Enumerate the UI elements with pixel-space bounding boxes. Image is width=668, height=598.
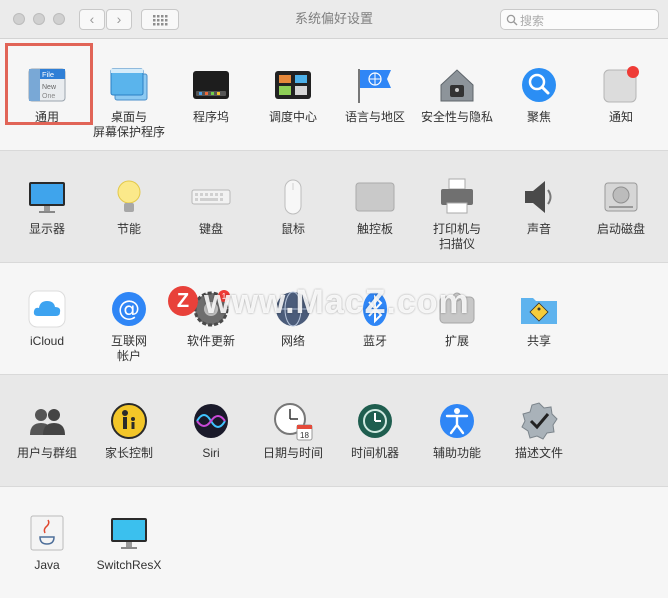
zoom-window-button[interactable]	[53, 13, 65, 25]
magnifier-icon	[522, 68, 556, 102]
section-personal: File New One 通用 桌面与 屏幕保护程序 程序坞 调度中心 语言与地…	[0, 39, 668, 151]
globe-flag-icon	[358, 69, 391, 103]
search-placeholder: 搜索	[520, 14, 545, 28]
desktop-screensaver-icon	[110, 68, 148, 101]
search-icon	[506, 14, 518, 26]
pref-sharing[interactable]: 共享	[497, 267, 581, 363]
pref-siri[interactable]: Siri	[169, 379, 253, 475]
pref-security-privacy[interactable]: 安全性与隐私	[415, 43, 499, 139]
java-icon	[30, 515, 64, 551]
pref-mission-control[interactable]: 调度中心	[251, 43, 335, 139]
svg-text:@: @	[118, 297, 140, 322]
close-window-button[interactable]	[13, 13, 25, 25]
display-icon	[29, 182, 65, 213]
keyboard-icon	[191, 189, 231, 205]
pref-displays[interactable]: 显示器	[5, 155, 89, 251]
pref-printers-scanners[interactable]: 打印机与 扫描仪	[415, 155, 499, 251]
mouse-icon	[284, 179, 302, 215]
highlight-box	[5, 43, 93, 125]
accessibility-icon	[440, 404, 474, 438]
pref-mouse[interactable]: 鼠标	[251, 155, 335, 251]
pref-energy-saver[interactable]: 节能	[87, 155, 171, 251]
parental-controls-icon	[111, 403, 147, 439]
pref-label: SwitchResX	[96, 558, 162, 572]
checkmark-badge-icon	[521, 402, 558, 440]
pref-language-region[interactable]: 语言与地区	[333, 43, 417, 139]
pref-date-time[interactable]: 18 日期与时间	[251, 379, 335, 475]
title-bar: ‹ › 系统偏好设置 搜索	[0, 0, 668, 39]
minimize-window-button[interactable]	[33, 13, 45, 25]
pref-dock[interactable]: 程序坞	[169, 43, 253, 139]
pref-users-groups[interactable]: 用户与群组	[5, 379, 89, 475]
printer-icon	[441, 178, 473, 214]
at-sign-icon: @	[112, 292, 146, 326]
clock-calendar-icon: 18	[274, 403, 313, 441]
pref-accessibility[interactable]: 辅助功能	[415, 379, 499, 475]
pref-time-machine[interactable]: 时间机器	[333, 379, 417, 475]
siri-icon	[194, 404, 228, 438]
search-field[interactable]: 搜索	[500, 9, 659, 30]
system-preferences-window: ‹ › 系统偏好设置 搜索 File New One 通用 桌面与 屏幕保护程序…	[0, 0, 668, 598]
window-title: 系统偏好设置	[294, 11, 373, 26]
section-hardware: 显示器 节能 键盘 鼠标 触控板 打印机与 扫描仪 声音 启动磁盘	[0, 151, 668, 263]
pref-profiles[interactable]: 描述文件	[497, 379, 581, 475]
dock-icon	[193, 71, 229, 99]
pref-label: 共享	[526, 334, 551, 348]
sharing-folder-icon	[521, 298, 557, 324]
icloud-icon	[28, 290, 66, 328]
pref-sound[interactable]: 声音	[497, 155, 581, 251]
chevron-right-icon: ›	[116, 11, 122, 27]
mission-control-icon	[275, 71, 311, 99]
lightbulb-icon	[117, 180, 141, 212]
pref-desktop-screensaver[interactable]: 桌面与 屏幕保护程序	[87, 43, 171, 139]
pref-icloud[interactable]: iCloud	[5, 267, 89, 363]
pref-label: 启动磁盘	[596, 222, 645, 236]
users-icon	[30, 409, 65, 435]
watermark-text: www.MacZ.com	[204, 283, 470, 321]
pref-label: 描述文件	[514, 446, 563, 460]
switchresx-monitor-icon	[111, 518, 147, 549]
pref-spotlight[interactable]: 聚焦	[497, 43, 581, 139]
pref-parental-controls[interactable]: 家长控制	[87, 379, 171, 475]
trackpad-icon	[355, 182, 395, 212]
time-machine-icon	[358, 404, 392, 438]
section-other: Java SwitchResX	[0, 487, 668, 598]
forward-button[interactable]: ›	[106, 9, 132, 30]
pref-startup-disk[interactable]: 启动磁盘	[579, 155, 663, 251]
show-all-button[interactable]	[141, 9, 179, 30]
pref-label: 通知	[608, 110, 633, 124]
section-system: 用户与群组 家长控制 Siri 18 日期与时间 时间机器 辅助功能 描述文件	[0, 375, 668, 487]
pref-keyboard[interactable]: 键盘	[169, 155, 253, 251]
pref-internet-accounts[interactable]: @ 互联网 帐户	[87, 267, 171, 363]
svg-text:18: 18	[300, 431, 309, 440]
back-button[interactable]: ‹	[79, 9, 105, 30]
hard-disk-icon	[604, 182, 638, 212]
pref-java[interactable]: Java	[5, 491, 89, 587]
house-lock-icon	[440, 69, 474, 102]
pref-notifications[interactable]: 通知	[579, 43, 663, 139]
grid-icon	[153, 15, 168, 26]
chevron-left-icon: ‹	[89, 11, 95, 27]
speaker-icon	[525, 181, 552, 213]
pref-trackpad[interactable]: 触控板	[333, 155, 417, 251]
notifications-icon	[603, 66, 639, 103]
pref-switchresx[interactable]: SwitchResX	[87, 491, 171, 587]
